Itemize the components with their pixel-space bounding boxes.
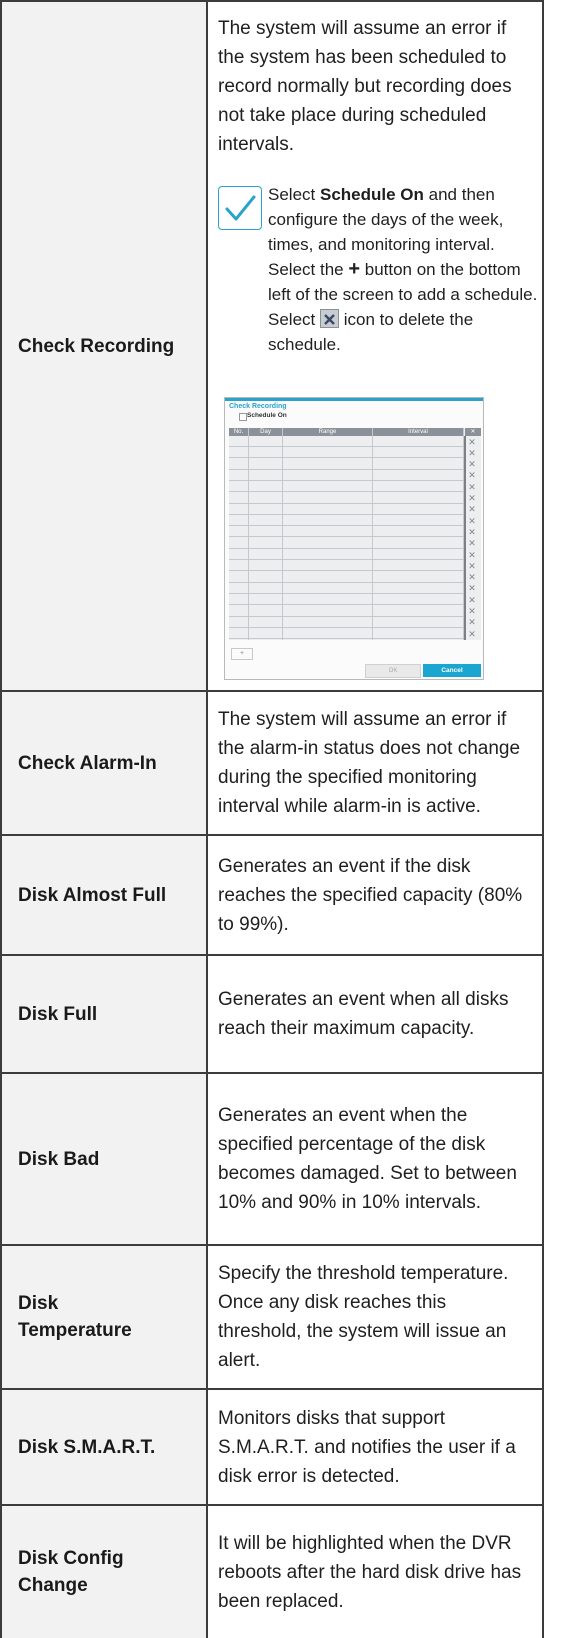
note-text: Select Schedule On and then configure th… bbox=[268, 182, 538, 357]
row-label: Check Alarm-In bbox=[18, 752, 157, 774]
delete-row-icon[interactable]: ✕ bbox=[467, 538, 477, 548]
dialog-top-bar bbox=[225, 398, 483, 401]
schedule-on-label: Schedule On bbox=[247, 412, 287, 419]
schedule-row[interactable] bbox=[229, 481, 463, 493]
schedule-row[interactable] bbox=[229, 459, 463, 470]
delete-row-icon[interactable]: ✕ bbox=[467, 470, 477, 480]
delete-row-icon[interactable]: ✕ bbox=[467, 583, 477, 593]
table-row: Disk Almost Full Generates an event if t… bbox=[2, 836, 542, 956]
cancel-button[interactable]: Cancel bbox=[423, 664, 481, 677]
grid-header-range: Range bbox=[283, 428, 372, 436]
delete-x-icon bbox=[319, 309, 339, 328]
row-label: Disk Bad bbox=[18, 1148, 100, 1170]
delete-row-icon[interactable]: ✕ bbox=[467, 629, 477, 639]
schedule-row[interactable] bbox=[229, 447, 463, 459]
row-description: Generates an event if the disk reaches t… bbox=[218, 855, 523, 935]
table-row: Disk Bad Generates an event when the spe… bbox=[2, 1074, 542, 1246]
schedule-row[interactable] bbox=[229, 606, 463, 617]
delete-row-icon[interactable]: ✕ bbox=[467, 572, 477, 582]
grid-header-day: Day bbox=[249, 428, 282, 436]
delete-row-icon[interactable]: ✕ bbox=[467, 595, 477, 605]
schedule-row[interactable] bbox=[229, 572, 463, 583]
row-label: Check Recording bbox=[18, 335, 175, 357]
schedule-row[interactable] bbox=[229, 470, 463, 481]
delete-row-icon[interactable]: ✕ bbox=[467, 561, 477, 571]
ok-button[interactable]: OK bbox=[365, 664, 421, 678]
delete-row-icon[interactable]: ✕ bbox=[467, 606, 477, 616]
schedule-row[interactable] bbox=[229, 504, 463, 515]
delete-row-icon[interactable]: ✕ bbox=[467, 550, 477, 560]
schedule-row[interactable] bbox=[229, 628, 463, 640]
row-description: Monitors disks that support S.M.A.R.T. a… bbox=[218, 1407, 516, 1487]
row-label-cell: Disk Config Change bbox=[2, 1506, 208, 1638]
event-table: Check Recording The system will assume a… bbox=[0, 0, 544, 1638]
row-description: It will be highlighted when the DVR rebo… bbox=[218, 1532, 522, 1612]
row-label: Disk Full bbox=[18, 1003, 98, 1025]
schedule-row[interactable] bbox=[229, 583, 463, 594]
delete-row-icon[interactable]: ✕ bbox=[467, 482, 477, 492]
grid-header-interval: Interval bbox=[373, 428, 463, 436]
row-description-cell: Specify the threshold temperature. Once … bbox=[208, 1246, 542, 1388]
row-description-cell: Generates an event if the disk reaches t… bbox=[208, 836, 542, 954]
row-label-cell: Disk S.M.A.R.T. bbox=[2, 1390, 208, 1504]
grid-header-delete-icon: ✕ bbox=[465, 428, 481, 436]
row-description-cell: Generates an event when the specified pe… bbox=[208, 1074, 542, 1244]
table-row: Disk S.M.A.R.T. Monitors disks that supp… bbox=[2, 1390, 542, 1506]
delete-row-icon[interactable]: ✕ bbox=[467, 527, 477, 537]
grid-header-no: No. bbox=[229, 428, 248, 436]
row-label: Disk Config Change bbox=[18, 1548, 124, 1596]
schedule-grid: No. Day Range Interval ✕ ✕ ✕ ✕ ✕ ✕ ✕ ✕ ✕ ✕ ✕ ✕ ✕ ✕ ✕ ✕… bbox=[229, 428, 481, 640]
grid-column-divider bbox=[463, 428, 464, 640]
schedule-row[interactable] bbox=[229, 436, 463, 447]
row-label: Disk Temperature bbox=[18, 1293, 132, 1341]
schedule-row[interactable] bbox=[229, 538, 463, 549]
plus-icon: + bbox=[348, 258, 361, 280]
schedule-row[interactable] bbox=[229, 515, 463, 527]
row-description: Specify the threshold temperature. Once … bbox=[218, 1263, 509, 1371]
row-description: Generates an event when all disks reach … bbox=[218, 989, 509, 1039]
row-label: Disk S.M.A.R.T. bbox=[18, 1436, 156, 1458]
schedule-on-checkbox[interactable] bbox=[239, 413, 247, 421]
schedule-row[interactable] bbox=[229, 594, 463, 606]
table-row: Check Alarm-In The system will assume an… bbox=[2, 692, 542, 836]
check-recording-dialog: Check Recording Schedule On No. Day Rang… bbox=[224, 397, 484, 680]
row-label-cell: Check Alarm-In bbox=[2, 692, 208, 834]
schedule-row[interactable] bbox=[229, 493, 463, 504]
table-row: Disk Full Generates an event when all di… bbox=[2, 956, 542, 1074]
row-description: The system will assume an error if the s… bbox=[218, 18, 512, 155]
delete-row-icon[interactable]: ✕ bbox=[467, 516, 477, 526]
row-description: Generates an event when the specified pe… bbox=[218, 1105, 517, 1213]
schedule-row[interactable] bbox=[229, 617, 463, 628]
row-label-cell: Check Recording bbox=[2, 2, 208, 690]
row-label: Disk Almost Full bbox=[18, 884, 167, 906]
add-schedule-button[interactable]: + bbox=[231, 648, 253, 660]
note-text-part: Select bbox=[268, 185, 320, 204]
table-row: Disk Config Change It will be highlighte… bbox=[2, 1506, 542, 1638]
row-description: The system will assume an error if the a… bbox=[218, 709, 521, 817]
row-label-cell: Disk Bad bbox=[2, 1074, 208, 1244]
table-row: Disk Temperature Specify the threshold t… bbox=[2, 1246, 542, 1390]
schedule-row[interactable] bbox=[229, 560, 463, 572]
delete-row-icon[interactable]: ✕ bbox=[467, 504, 477, 514]
schedule-row[interactable] bbox=[229, 526, 463, 538]
delete-row-icon[interactable]: ✕ bbox=[467, 493, 477, 503]
row-label-cell: Disk Almost Full bbox=[2, 836, 208, 954]
delete-row-icon[interactable]: ✕ bbox=[467, 448, 477, 458]
delete-row-icon[interactable]: ✕ bbox=[467, 437, 477, 447]
row-description-cell: The system will assume an error if the a… bbox=[208, 692, 542, 834]
schedule-row[interactable] bbox=[229, 549, 463, 560]
row-description-cell: Monitors disks that support S.M.A.R.T. a… bbox=[208, 1390, 542, 1504]
row-description-cell: Generates an event when all disks reach … bbox=[208, 956, 542, 1072]
delete-row-icon[interactable]: ✕ bbox=[467, 459, 477, 469]
row-description-cell: It will be highlighted when the DVR rebo… bbox=[208, 1506, 542, 1638]
row-label-cell: Disk Temperature bbox=[2, 1246, 208, 1388]
checkmark-note-icon bbox=[218, 186, 262, 230]
note-bold-term: Schedule On bbox=[319, 185, 424, 204]
dialog-title: Check Recording bbox=[229, 403, 287, 410]
row-label-cell: Disk Full bbox=[2, 956, 208, 1072]
delete-row-icon[interactable]: ✕ bbox=[467, 617, 477, 627]
